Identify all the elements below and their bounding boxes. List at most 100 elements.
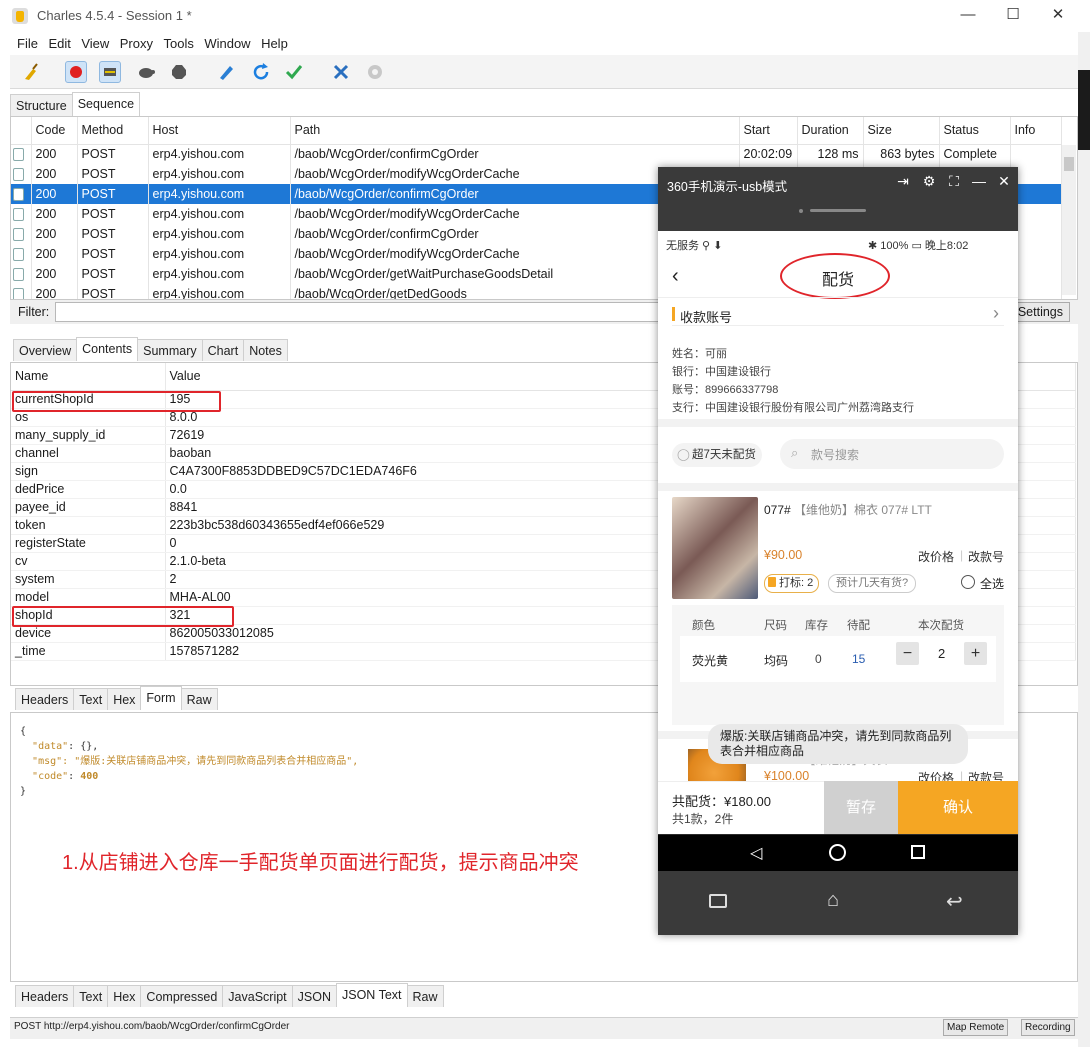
quantity-value[interactable]: 2 — [938, 646, 945, 661]
refresh-icon[interactable] — [250, 61, 272, 83]
fullscreen-icon[interactable]: ⛶ — [945, 173, 963, 190]
json-brace: { — [20, 726, 27, 737]
phone-settings-icon[interactable]: ⚙ — [920, 173, 938, 190]
tab-resp-json[interactable]: JSON — [291, 985, 337, 1007]
col-path[interactable]: Path — [290, 117, 740, 145]
map-remote-button[interactable]: Map Remote — [943, 1019, 1009, 1036]
decrement-button[interactable]: − — [896, 642, 919, 665]
chevron-right-icon[interactable]: › — [993, 303, 999, 324]
select-all-radio[interactable] — [961, 575, 975, 589]
hold-button[interactable]: 暂存 — [824, 781, 898, 834]
filter-input[interactable] — [55, 302, 665, 322]
col-start[interactable]: Start — [739, 117, 798, 145]
tag-badge[interactable]: 打标: 2 — [764, 574, 820, 593]
col-status[interactable]: Status — [939, 117, 1011, 145]
ask-eta-button[interactable]: 预计几天有货? — [828, 574, 917, 593]
response-json-text: { "data": {}, "msg": "爆版:关联店铺商品冲突，请先到同款商… — [20, 726, 359, 797]
menu-view[interactable]: View — [81, 33, 109, 54]
change-price-link[interactable]: 改价格 — [918, 548, 954, 565]
menu-help[interactable]: Help — [261, 33, 288, 54]
maximize-icon[interactable]: ☐ — [1001, 4, 1025, 26]
tab-contents[interactable]: Contents — [76, 337, 139, 361]
menu-tools[interactable]: Tools — [163, 33, 193, 54]
menu-bar: File Edit View Proxy Tools Window Help — [10, 33, 1078, 55]
pin-icon[interactable]: ⇥ — [894, 173, 912, 190]
back-arrow-icon[interactable]: ‹ — [672, 265, 679, 288]
pen-edit-icon[interactable] — [215, 61, 237, 83]
change-style-no-link[interactable]: 改款号 — [968, 548, 1004, 565]
payee-account: 账号：899666337798 — [672, 384, 779, 396]
tab-resp-compressed[interactable]: Compressed — [140, 985, 224, 1007]
status-url: POST http://erp4.yishou.com/baob/WcgOrde… — [14, 1021, 290, 1032]
tab-resp-raw[interactable]: Raw — [406, 985, 444, 1007]
recording-button[interactable]: Recording — [1021, 1019, 1075, 1036]
cell-start: 20:02:09 — [739, 144, 798, 164]
product-image[interactable] — [672, 497, 758, 599]
phone-status-right: ✱ 100% ▭ 晚上8:02 — [868, 240, 969, 252]
nav-back-icon[interactable]: ◁ — [750, 843, 762, 863]
record-icon[interactable] — [65, 61, 87, 83]
table-row[interactable]: 200 POST erp4.yishou.com /baob/WcgOrder/… — [11, 144, 1062, 164]
mirror-home-icon[interactable]: ⌂ — [827, 889, 839, 912]
mirror-recents-icon[interactable] — [709, 894, 727, 908]
tab-resp-hex[interactable]: Hex — [107, 985, 142, 1007]
tab-resp-javascript[interactable]: JavaScript — [222, 985, 293, 1007]
minimize-icon[interactable]: — — [956, 4, 980, 26]
cell-code: 200 — [31, 224, 78, 244]
throttle-icon[interactable] — [99, 61, 121, 83]
cell-host: erp4.yishou.com — [148, 184, 291, 204]
mirror-back-icon[interactable]: ↩ — [946, 889, 963, 914]
tab-chart[interactable]: Chart — [201, 339, 245, 361]
tab-sequence[interactable]: Sequence — [71, 92, 141, 116]
close-icon[interactable]: ✕ — [1046, 4, 1070, 26]
col-host[interactable]: Host — [148, 117, 291, 145]
style-search-input[interactable]: ⌕ 款号搜索 — [780, 439, 1004, 469]
turtle-icon[interactable] — [135, 61, 157, 83]
tab-summary[interactable]: Summary — [137, 339, 203, 361]
col-info[interactable]: Info — [1010, 117, 1062, 145]
col-name[interactable]: Name — [11, 363, 166, 391]
broom-clear-icon[interactable] — [20, 61, 42, 83]
confirm-button[interactable]: 确认 — [898, 781, 1018, 834]
phone-close-icon[interactable]: ✕ — [995, 173, 1013, 190]
increment-button[interactable]: + — [964, 642, 987, 665]
nav-recents-icon[interactable] — [911, 845, 925, 859]
drag-handle[interactable] — [810, 209, 866, 212]
menu-file[interactable]: File — [17, 33, 38, 54]
request-view-tabs: Headers Text Hex Form Raw — [15, 686, 218, 710]
tab-resp-json-text[interactable]: JSON Text — [336, 983, 408, 1007]
col-size[interactable]: Size — [863, 117, 940, 145]
tab-req-form[interactable]: Form — [140, 686, 182, 710]
checkmark-icon[interactable] — [283, 61, 305, 83]
nav-home-icon[interactable] — [829, 844, 846, 861]
col-duration[interactable]: Duration — [797, 117, 864, 145]
tab-notes[interactable]: Notes — [243, 339, 288, 361]
col-method[interactable]: Method — [77, 117, 149, 145]
tab-resp-headers[interactable]: Headers — [15, 985, 75, 1007]
product-title[interactable]: 077# 【维他奶】棉衣 077# LTT — [764, 501, 932, 518]
cell-status: Complete — [939, 144, 1011, 164]
tab-structure[interactable]: Structure — [10, 94, 73, 116]
tab-req-raw[interactable]: Raw — [180, 688, 218, 710]
menu-window[interactable]: Window — [204, 33, 250, 54]
phone-minimize-icon[interactable]: — — [970, 173, 988, 189]
tab-overview[interactable]: Overview — [13, 339, 78, 361]
tab-req-headers[interactable]: Headers — [15, 688, 75, 710]
settings-gear-icon[interactable] — [364, 61, 386, 83]
tools-icon[interactable] — [330, 61, 352, 83]
tab-resp-text[interactable]: Text — [73, 985, 109, 1007]
request-doc-icon — [11, 284, 32, 299]
cell-code: 200 — [31, 144, 78, 164]
response-view-tabs: Headers Text Hex Compressed JavaScript JSON JS… — [15, 983, 444, 1007]
tab-req-hex[interactable]: Hex — [107, 688, 142, 710]
menu-proxy[interactable]: Proxy — [120, 33, 153, 54]
cell-method: POST — [77, 144, 149, 164]
sequence-scrollbar[interactable] — [1062, 145, 1076, 295]
menu-edit[interactable]: Edit — [48, 33, 70, 54]
tab-req-text[interactable]: Text — [73, 688, 109, 710]
sku-size: 均码 — [764, 654, 789, 668]
settings-button[interactable]: Settings — [1012, 302, 1070, 322]
col-code[interactable]: Code — [31, 117, 78, 145]
overdue-filter-chip[interactable]: ◯ 超7天未配货 — [672, 443, 762, 467]
stop-hexagon-icon[interactable] — [168, 61, 190, 83]
